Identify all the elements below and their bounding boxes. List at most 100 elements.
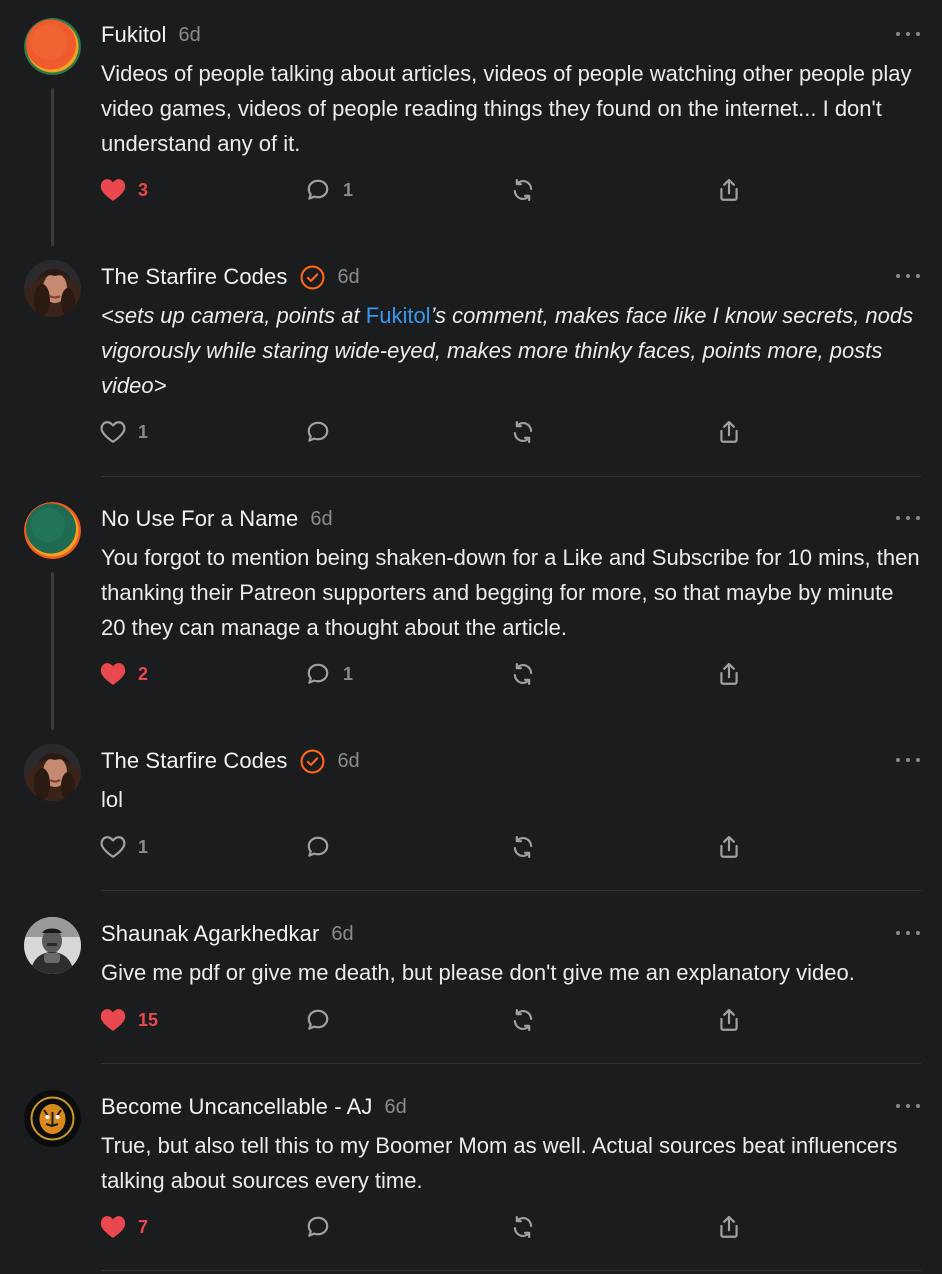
- like-count: 7: [138, 1216, 149, 1237]
- heart-icon: [100, 421, 126, 443]
- heart-icon: [100, 1009, 126, 1031]
- comment-icon: [307, 1009, 329, 1030]
- reply-count: 1: [343, 179, 354, 200]
- comment-header: The Starfire Codes 6d: [101, 264, 360, 290]
- author-name[interactable]: Shaunak Agarkhedkar: [101, 921, 319, 947]
- heart-icon: [100, 1216, 126, 1238]
- author-name[interactable]: Become Uncancellable - AJ: [101, 1094, 373, 1120]
- share-button[interactable]: [716, 1212, 742, 1242]
- timestamp[interactable]: 6d: [385, 1096, 407, 1119]
- avatar[interactable]: [24, 917, 81, 974]
- more-icon[interactable]: [896, 755, 920, 765]
- comment-header: No Use For a Name 6d: [101, 506, 333, 532]
- share-button[interactable]: [716, 175, 742, 205]
- avatar[interactable]: [24, 260, 81, 317]
- comment-icon: [307, 1216, 329, 1237]
- timestamp[interactable]: 6d: [331, 923, 353, 946]
- share-icon: [720, 1008, 738, 1031]
- comment-text: Give me pdf or give me death, but please…: [101, 960, 855, 985]
- reply-button[interactable]: 1: [305, 659, 353, 689]
- share-icon: [720, 1215, 738, 1238]
- like-count: 15: [138, 1009, 159, 1030]
- comment-icon: [307, 663, 329, 684]
- action-bar: 1: [100, 832, 760, 862]
- restack-icon: [513, 835, 533, 859]
- avatar[interactable]: [24, 744, 81, 801]
- reply-button[interactable]: [305, 1212, 331, 1242]
- comment-icon: [307, 836, 329, 857]
- more-icon[interactable]: [896, 29, 920, 39]
- share-button[interactable]: [716, 417, 742, 447]
- heart-icon: [100, 836, 126, 858]
- action-bar: 1: [100, 417, 760, 447]
- more-icon[interactable]: [896, 1101, 920, 1111]
- avatar[interactable]: [24, 18, 81, 75]
- mention-link[interactable]: Fukitol: [366, 303, 431, 328]
- share-button[interactable]: [716, 832, 742, 862]
- like-button[interactable]: 2: [100, 659, 148, 689]
- restack-button[interactable]: [510, 659, 536, 689]
- reply-button[interactable]: 1: [305, 175, 353, 205]
- text-segment: <sets up camera, points at: [101, 303, 366, 328]
- share-icon: [720, 178, 738, 201]
- divider: [101, 1270, 921, 1271]
- timestamp[interactable]: 6d: [337, 750, 359, 773]
- avatar[interactable]: [24, 1090, 81, 1147]
- author-name[interactable]: Fukitol: [101, 22, 167, 48]
- share-button[interactable]: [716, 659, 742, 689]
- like-button[interactable]: 15: [100, 1005, 158, 1035]
- divider: [101, 890, 921, 891]
- thread-line: [51, 88, 54, 246]
- avatar[interactable]: [24, 502, 81, 559]
- comment-text: <sets up camera, points at Fukitol’s com…: [101, 298, 921, 403]
- comment-icon: [307, 179, 329, 200]
- share-button[interactable]: [716, 1005, 742, 1035]
- action-bar: 3 1: [100, 175, 760, 205]
- comment-header: Fukitol 6d: [101, 22, 201, 48]
- like-button[interactable]: 1: [100, 417, 148, 447]
- like-count: 2: [138, 663, 149, 684]
- verified-icon: [300, 749, 325, 773]
- like-button[interactable]: 1: [100, 832, 148, 862]
- like-button[interactable]: 7: [100, 1212, 148, 1242]
- author-name[interactable]: The Starfire Codes: [101, 264, 287, 290]
- comment-header: Shaunak Agarkhedkar 6d: [101, 921, 354, 947]
- share-icon: [720, 420, 738, 443]
- heart-icon: [100, 179, 126, 201]
- more-icon[interactable]: [896, 513, 920, 523]
- author-name[interactable]: No Use For a Name: [101, 506, 298, 532]
- comment-text: Videos of people talking about articles,…: [101, 61, 912, 156]
- restack-icon: [513, 1215, 533, 1239]
- reply-button[interactable]: [305, 417, 331, 447]
- comment-text: You forgot to mention being shaken-down …: [101, 545, 920, 640]
- restack-icon: [513, 178, 533, 202]
- comment-header: The Starfire Codes 6d: [101, 748, 360, 774]
- divider: [101, 476, 921, 477]
- restack-button[interactable]: [510, 1212, 536, 1242]
- action-bar: 2 1: [100, 659, 760, 689]
- more-icon[interactable]: [896, 928, 920, 938]
- author-name[interactable]: The Starfire Codes: [101, 748, 287, 774]
- comment-icon: [307, 421, 329, 442]
- like-count: 3: [138, 179, 149, 200]
- share-icon: [720, 835, 738, 858]
- like-count: 1: [138, 836, 149, 857]
- reply-button[interactable]: [305, 1005, 331, 1035]
- timestamp[interactable]: 6d: [337, 266, 359, 289]
- more-icon[interactable]: [896, 271, 920, 281]
- comment-text: True, but also tell this to my Boomer Mo…: [101, 1133, 898, 1193]
- restack-button[interactable]: [510, 832, 536, 862]
- like-button[interactable]: 3: [100, 175, 148, 205]
- timestamp[interactable]: 6d: [179, 24, 201, 47]
- timestamp[interactable]: 6d: [310, 508, 332, 531]
- comment-text: lol: [101, 787, 124, 812]
- reply-button[interactable]: [305, 832, 331, 862]
- restack-button[interactable]: [510, 1005, 536, 1035]
- restack-button[interactable]: [510, 417, 536, 447]
- restack-icon: [513, 662, 533, 686]
- verified-icon: [300, 265, 325, 289]
- restack-button[interactable]: [510, 175, 536, 205]
- like-count: 1: [138, 421, 149, 442]
- restack-icon: [513, 420, 533, 444]
- action-bar: 7: [100, 1212, 760, 1242]
